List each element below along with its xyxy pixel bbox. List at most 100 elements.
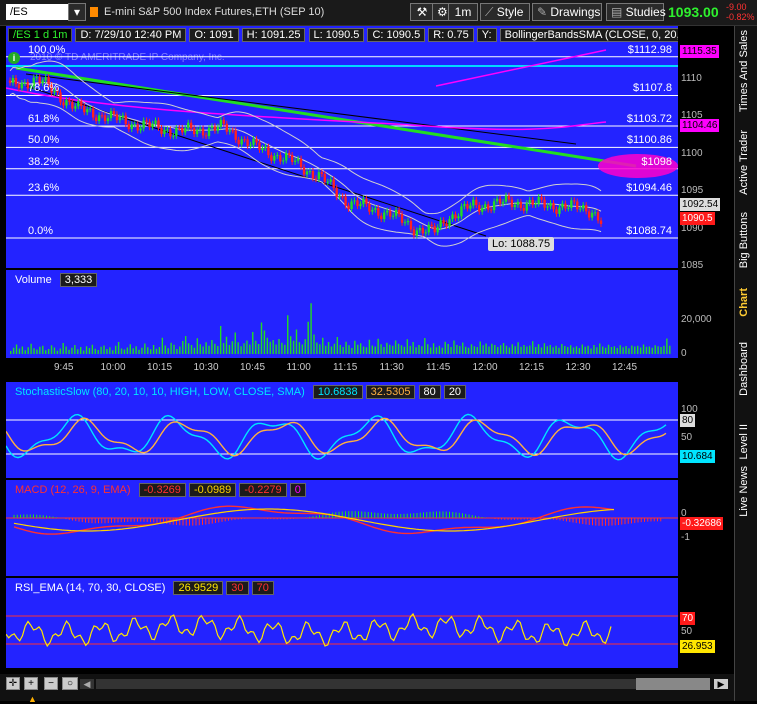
volume-bar <box>462 342 464 354</box>
volume-bar <box>184 336 187 354</box>
axis-label-magenta-2: 1104.46 <box>680 119 720 132</box>
info-icon[interactable]: i <box>8 52 20 64</box>
price-chart-panel[interactable]: /ES 1 d 1m D: 7/29/10 12:40 PM O: 1091 H… <box>6 26 722 268</box>
volume-bar <box>21 346 24 354</box>
tab-times-and-sales[interactable]: Times And Sales <box>738 30 750 112</box>
horizontal-scrollbar[interactable] <box>96 679 636 689</box>
volume-bar <box>260 322 263 354</box>
style-button[interactable]: ⟋ Style <box>480 3 530 21</box>
volume-bar <box>74 345 76 354</box>
price-axis-tick: 1110 <box>681 73 702 85</box>
rsi-panel[interactable]: RSI_EMA (14, 70, 30, CLOSE) 26.9529 30 7… <box>6 578 678 668</box>
candle-body <box>270 155 273 161</box>
volume-bar <box>97 350 99 354</box>
symbol-link-icon[interactable] <box>90 7 98 17</box>
volume-bar <box>555 345 557 354</box>
zoom-out-icon[interactable]: − <box>44 677 58 690</box>
fib-price-label: $1098 <box>641 155 672 168</box>
scroll-right-icon[interactable]: ▶ <box>714 679 728 689</box>
expand-up-icon[interactable]: ▲ <box>28 694 37 704</box>
volume-bar <box>470 344 473 354</box>
candle-body <box>329 179 332 182</box>
candle-body <box>231 130 234 132</box>
candle-body <box>17 84 21 89</box>
candle-body <box>142 120 145 129</box>
studies-button[interactable]: ▤ Studies <box>606 3 666 21</box>
volume-bar <box>158 347 161 354</box>
volume-bar <box>161 337 164 354</box>
fit-icon[interactable]: ○ <box>62 677 78 690</box>
price-axis[interactable]: 1110 1105 1100 1095 1090 1085 1115.35 1104.46… <box>678 26 734 271</box>
candle-body <box>35 77 38 79</box>
fib-price-label: $1094.46 <box>626 182 672 195</box>
zoom-in-icon[interactable]: + <box>24 677 38 690</box>
candle-body <box>323 174 327 182</box>
green-trendline[interactable] <box>15 66 637 168</box>
volume-bar <box>593 345 595 354</box>
volume-panel[interactable]: Volume 3,333 <box>6 270 678 358</box>
percent-change: -0.82% <box>726 12 755 22</box>
scrollbar-thumb[interactable] <box>636 678 710 690</box>
studies-label: Studies <box>625 5 666 19</box>
candle-body <box>579 208 582 210</box>
candle-body <box>397 209 401 215</box>
stoch-d-line <box>6 417 667 457</box>
scroll-left-icon[interactable]: ◀ <box>80 679 94 689</box>
time-axis-tick: 10:00 <box>100 362 126 373</box>
volume-bar <box>418 345 420 354</box>
volume-bar <box>10 351 12 354</box>
black-channel-upper[interactable] <box>25 73 577 145</box>
interval-button[interactable]: 1m <box>448 3 478 21</box>
tab-level-ii[interactable]: Level II <box>738 424 750 459</box>
tab-big-buttons[interactable]: Big Buttons <box>738 212 750 268</box>
cursor-icon[interactable]: ✛ <box>6 677 20 690</box>
volume-bar <box>152 345 155 354</box>
volume-bar <box>339 345 341 354</box>
volume-bar <box>374 346 376 354</box>
volume-bar <box>596 347 598 354</box>
candle-body <box>332 179 335 188</box>
symbol-dropdown-icon[interactable]: ▾ <box>68 3 86 21</box>
candle-body <box>100 115 104 117</box>
volume-bar <box>281 342 283 354</box>
candle-body <box>88 108 92 110</box>
axis-label-bubble: 1092.54 <box>680 198 721 211</box>
drawings-button[interactable]: ✎ Drawings <box>532 3 602 21</box>
black-channel-lower[interactable] <box>25 85 487 237</box>
volume-bar <box>651 347 653 354</box>
time-axis-tick: 12:15 <box>519 362 545 373</box>
candle-body <box>264 146 267 149</box>
candle-body <box>469 205 472 209</box>
volume-bar <box>558 347 560 354</box>
candle-body <box>466 203 469 209</box>
candle-body <box>341 196 344 198</box>
candle-body <box>44 77 47 81</box>
tab-active-trader[interactable]: Active Trader <box>738 130 750 195</box>
candle-body <box>80 101 83 107</box>
volume-bar <box>354 340 356 354</box>
volume-bar <box>365 347 368 354</box>
stochastic-panel[interactable]: StochasticSlow (80, 20, 10, 10, HIGH, LO… <box>6 382 678 478</box>
volume-bar <box>132 348 134 354</box>
macd-panel[interactable]: MACD (12, 26, 9, EMA) -0.3269 -0.0989 -0… <box>6 480 678 576</box>
tab-live-news[interactable]: Live News <box>738 466 750 517</box>
candle-body <box>178 127 181 129</box>
candle-body <box>590 212 594 218</box>
volume-bar <box>289 336 292 354</box>
candle-body <box>302 167 306 175</box>
volume-bar <box>114 345 117 354</box>
volume-bar <box>517 342 519 354</box>
volume-bar <box>71 347 73 354</box>
candle-body <box>546 206 549 208</box>
candle-body <box>305 171 309 175</box>
candle-body <box>463 203 466 207</box>
volume-bar <box>613 346 616 354</box>
tab-dashboard[interactable]: Dashboard <box>738 342 750 396</box>
volume-bar <box>82 350 85 354</box>
tab-chart[interactable]: Chart <box>738 288 750 317</box>
gear-icon[interactable]: ⚒ <box>410 3 434 21</box>
candle-body <box>356 200 359 207</box>
volume-bar <box>450 347 452 354</box>
volume-bar <box>287 315 289 354</box>
volume-bar <box>298 342 301 354</box>
